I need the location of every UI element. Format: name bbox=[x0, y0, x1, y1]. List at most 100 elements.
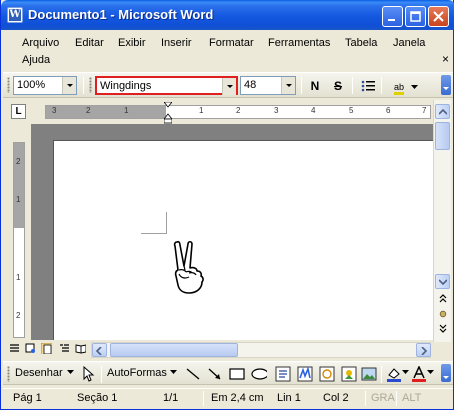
status-bar: Pág 1 Seção 1 1/1 Em 2,4 cm Lin 1 Col 2 … bbox=[3, 388, 453, 408]
ruler-number: 3 bbox=[52, 106, 57, 115]
status-column[interactable]: Col 2 bbox=[323, 392, 349, 404]
bullet-list-icon bbox=[361, 80, 375, 92]
wordart-icon[interactable] bbox=[297, 366, 313, 382]
font-size-combo[interactable]: 48 bbox=[240, 76, 296, 95]
tab-selector[interactable]: L bbox=[11, 104, 26, 119]
status-divider bbox=[203, 391, 204, 406]
status-track-changes[interactable]: ALT bbox=[402, 392, 421, 404]
close-button[interactable] bbox=[428, 6, 449, 27]
vertical-scrollbar[interactable] bbox=[433, 100, 451, 342]
zoom-combo[interactable]: 100% bbox=[13, 76, 77, 95]
status-position[interactable]: Em 2,4 cm bbox=[211, 392, 264, 404]
chevron-down-icon[interactable] bbox=[170, 370, 186, 386]
status-line[interactable]: Lin 1 bbox=[277, 392, 301, 404]
diagram-icon[interactable] bbox=[319, 366, 335, 382]
font-size-value: 48 bbox=[244, 79, 257, 91]
picture-icon[interactable] bbox=[361, 366, 377, 382]
close-document-icon[interactable]: × bbox=[442, 52, 449, 66]
menu-ferramentas[interactable]: Ferramentas bbox=[268, 37, 330, 49]
toolbar-separator bbox=[352, 77, 353, 94]
status-section[interactable]: Seção 1 bbox=[77, 392, 117, 404]
line-tool-icon[interactable] bbox=[185, 366, 201, 382]
chevron-up-icon bbox=[439, 109, 447, 115]
horizontal-scrollbar[interactable] bbox=[91, 342, 431, 358]
ruler-number: 1 bbox=[16, 195, 21, 204]
autoshapes-menu-button[interactable]: AutoFormas bbox=[107, 367, 167, 379]
menu-editar[interactable]: Editar bbox=[75, 37, 104, 49]
toolbar-separator bbox=[83, 77, 84, 94]
menu-ajuda[interactable]: Ajuda bbox=[22, 54, 50, 66]
horizontal-ruler[interactable]: 3 2 1 1 2 3 4 5 6 7 bbox=[45, 102, 431, 124]
chevron-down-icon[interactable] bbox=[222, 78, 236, 95]
select-objects-icon[interactable] bbox=[81, 366, 97, 382]
vertical-scroll-thumb[interactable] bbox=[435, 122, 450, 150]
chevron-down-icon[interactable] bbox=[281, 77, 295, 94]
fill-color-icon[interactable] bbox=[386, 366, 402, 382]
maximize-button[interactable] bbox=[405, 6, 426, 27]
rectangle-tool-icon[interactable] bbox=[229, 366, 245, 382]
ruler-number: 1 bbox=[16, 273, 21, 282]
scroll-right-button[interactable] bbox=[416, 343, 431, 357]
zoom-value: 100% bbox=[17, 79, 46, 91]
chevron-down-icon[interactable] bbox=[62, 77, 76, 94]
toolbar-grip[interactable] bbox=[7, 77, 10, 93]
title-bar[interactable]: W Documento1 - Microsoft Word bbox=[1, 0, 454, 30]
scroll-left-button[interactable] bbox=[92, 343, 107, 357]
status-page[interactable]: Pág 1 bbox=[13, 392, 42, 404]
web-layout-view-icon[interactable] bbox=[25, 343, 36, 354]
print-layout-view-icon[interactable] bbox=[41, 343, 52, 354]
normal-view-icon[interactable] bbox=[9, 343, 20, 354]
font-combo[interactable]: Wingdings bbox=[95, 76, 238, 95]
oval-tool-icon[interactable] bbox=[251, 366, 267, 382]
ruler-number: 1 bbox=[199, 106, 204, 115]
clip-art-icon[interactable] bbox=[341, 366, 357, 382]
minimize-button[interactable] bbox=[382, 6, 403, 27]
close-icon bbox=[433, 11, 444, 22]
menu-exibir[interactable]: Exibir bbox=[118, 37, 146, 49]
status-record-macro[interactable]: GRA bbox=[371, 392, 395, 404]
scroll-down-button[interactable] bbox=[435, 274, 450, 289]
indent-marker-icon[interactable] bbox=[164, 102, 172, 124]
next-page-icon[interactable] bbox=[439, 324, 447, 333]
vertical-ruler[interactable]: 2 1 1 2 bbox=[13, 142, 25, 338]
status-pages[interactable]: 1/1 bbox=[163, 392, 178, 404]
toolbar-options-button[interactable] bbox=[441, 364, 451, 382]
font-value: Wingdings bbox=[100, 80, 152, 92]
menu-janela[interactable]: Janela bbox=[393, 37, 425, 49]
select-browse-object-icon[interactable] bbox=[439, 310, 447, 318]
menu-formatar[interactable]: Formatar bbox=[209, 37, 254, 49]
text-box-icon[interactable] bbox=[275, 366, 291, 382]
outline-view-icon[interactable] bbox=[59, 343, 70, 354]
toolbar-grip[interactable] bbox=[89, 77, 92, 93]
bold-button[interactable]: N bbox=[305, 77, 325, 95]
ruler-number: 4 bbox=[311, 106, 316, 115]
previous-page-icon[interactable] bbox=[439, 294, 447, 303]
chevron-down-icon bbox=[410, 85, 418, 89]
strikethrough-button[interactable]: S bbox=[328, 77, 348, 95]
draw-menu-button[interactable]: Desenhar bbox=[15, 367, 63, 379]
document-page[interactable] bbox=[53, 140, 433, 340]
horizontal-scroll-thumb[interactable] bbox=[110, 343, 238, 357]
ruler-number: 6 bbox=[386, 106, 391, 115]
toolbar-grip[interactable] bbox=[7, 366, 10, 382]
menu-bar: Arquivo Editar Exibir Inserir Formatar F… bbox=[3, 32, 453, 70]
bullet-list-button[interactable] bbox=[358, 77, 378, 95]
word-icon[interactable]: W bbox=[7, 7, 23, 23]
word-window: W Documento1 - Microsoft Word Arquivo Ed… bbox=[0, 0, 454, 410]
highlight-dropdown[interactable] bbox=[409, 77, 419, 95]
reading-layout-view-icon[interactable] bbox=[75, 343, 86, 354]
menu-tabela[interactable]: Tabela bbox=[345, 37, 377, 49]
ruler-number: 5 bbox=[349, 106, 354, 115]
menu-inserir[interactable]: Inserir bbox=[161, 37, 192, 49]
font-color-icon[interactable] bbox=[411, 366, 427, 382]
scroll-up-button[interactable] bbox=[435, 104, 450, 119]
window-title: Documento1 - Microsoft Word bbox=[28, 7, 214, 22]
victory-hand-icon[interactable] bbox=[167, 240, 207, 296]
status-divider bbox=[365, 391, 366, 406]
arrow-tool-icon[interactable] bbox=[207, 366, 223, 382]
text-boundary-corner bbox=[141, 212, 167, 234]
menu-arquivo[interactable]: Arquivo bbox=[22, 37, 59, 49]
maximize-icon bbox=[410, 11, 421, 22]
formatting-toolbar: 100% Wingdings 48 N S ab bbox=[3, 72, 453, 98]
toolbar-options-button[interactable] bbox=[441, 75, 451, 95]
